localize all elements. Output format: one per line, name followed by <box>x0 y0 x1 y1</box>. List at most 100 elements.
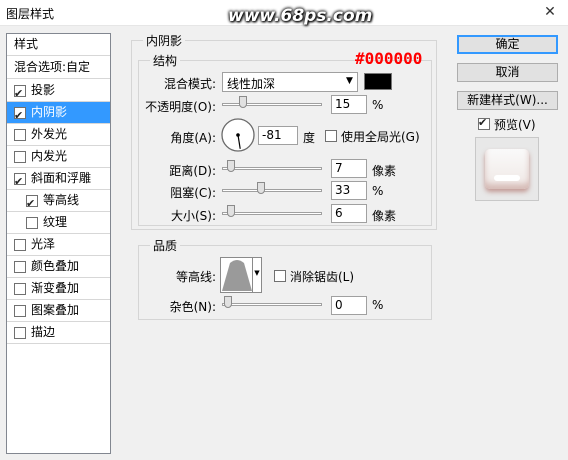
ok-button[interactable]: 确定 <box>457 35 558 54</box>
style-item-label: 内发光 <box>31 149 68 163</box>
blend-mode-label: 混合模式: <box>163 77 216 91</box>
size-slider-thumb[interactable] <box>227 205 235 217</box>
distance-input[interactable]: 7 <box>331 159 367 178</box>
preview-label: 预览(V) <box>494 118 536 132</box>
angle-input[interactable]: -81 <box>258 126 298 145</box>
watermark-text: www.68ps.com <box>228 6 373 26</box>
style-item[interactable]: 图案叠加 <box>7 300 110 322</box>
opacity-input[interactable]: 15 <box>331 95 367 114</box>
checkmark-icon: ✔ <box>14 87 24 100</box>
checkmark-icon: ✔ <box>14 175 24 188</box>
style-preview-thumbnail <box>475 137 539 201</box>
style-item-label: 图案叠加 <box>31 303 80 317</box>
distance-slider-track[interactable] <box>222 167 322 170</box>
size-input[interactable]: 6 <box>331 204 367 223</box>
blend-options-label: 混合选项:自定 <box>14 60 91 74</box>
choke-label: 阻塞(C): <box>170 186 216 200</box>
preview-shape <box>485 149 529 189</box>
new-style-button[interactable]: 新建样式(W)... <box>457 91 558 110</box>
angle-dial[interactable] <box>220 117 256 153</box>
style-item-checkbox[interactable]: ✔ <box>26 195 38 210</box>
style-item-checkbox[interactable] <box>14 129 26 141</box>
inner-shadow-title: 内阴影 <box>143 32 186 49</box>
style-list-panel: 样式 混合选项:自定 ✔ 投影 ✔ 内阴影外发光内发光 ✔ 斜面和浮雕 ✔ 等高线纹理光泽颜色… <box>6 33 111 454</box>
noise-slider-track[interactable] <box>222 303 322 306</box>
checkmark-icon: ✔ <box>14 109 24 122</box>
style-item-label: 外发光 <box>31 127 68 141</box>
opacity-slider-thumb[interactable] <box>239 96 247 108</box>
style-item-label: 描边 <box>31 325 56 339</box>
style-item-checkbox[interactable] <box>14 261 26 273</box>
size-label: 大小(S): <box>170 209 216 223</box>
choke-unit: % <box>372 184 384 198</box>
style-item-checkbox[interactable] <box>14 327 26 339</box>
style-item-label: 光泽 <box>31 237 56 251</box>
style-item-checkbox[interactable] <box>26 217 38 229</box>
size-unit: 像素 <box>372 209 397 223</box>
opacity-label: 不透明度(O): <box>145 100 216 114</box>
styles-header-label: 样式 <box>14 37 39 51</box>
style-item[interactable]: ✔ 等高线 <box>7 190 110 212</box>
style-item[interactable]: 光泽 <box>7 234 110 256</box>
style-item[interactable]: 外发光 <box>7 124 110 146</box>
window-title: 图层样式 <box>6 7 55 21</box>
preview-highlight <box>494 175 520 181</box>
style-item[interactable]: ✔ 内阴影 <box>7 102 110 124</box>
style-item-checkbox[interactable] <box>14 151 26 163</box>
style-item-label: 内阴影 <box>31 105 68 119</box>
global-light-checkbox[interactable] <box>325 130 337 142</box>
antialias-label: 消除锯齿(L) <box>290 270 355 284</box>
style-item-checkbox[interactable]: ✔ <box>14 107 26 122</box>
blend-mode-select[interactable]: 线性加深 ▼ <box>222 72 358 92</box>
style-item[interactable]: 纹理 <box>7 212 110 234</box>
style-item[interactable]: ✔ 投影 <box>7 80 110 102</box>
global-light-label: 使用全局光(G) <box>341 130 420 144</box>
style-item[interactable]: ✔ 斜面和浮雕 <box>7 168 110 190</box>
close-button[interactable]: ✕ <box>536 2 564 22</box>
color-annotation: #000000 <box>355 49 423 68</box>
checkmark-icon: ✔ <box>26 197 36 210</box>
style-item-label: 纹理 <box>43 215 68 229</box>
quality-title: 品质 <box>150 237 181 254</box>
opacity-slider-track[interactable] <box>222 103 322 106</box>
choke-input[interactable]: 33 <box>331 181 367 200</box>
style-item[interactable]: 描边 <box>7 322 110 344</box>
style-item-checkbox[interactable] <box>14 283 26 295</box>
angle-unit: 度 <box>303 131 316 145</box>
style-item[interactable]: 渐变叠加 <box>7 278 110 300</box>
style-item-checkbox[interactable]: ✔ <box>14 85 26 100</box>
distance-unit: 像素 <box>372 164 397 178</box>
blend-options-item[interactable]: 混合选项:自定 <box>7 57 110 79</box>
distance-slider-thumb[interactable] <box>227 160 235 172</box>
antialias-checkbox[interactable] <box>274 270 286 282</box>
dropdown-arrow-icon: ▼ <box>346 76 353 86</box>
opacity-unit: % <box>372 98 384 112</box>
contour-dropdown-icon[interactable]: ▼ <box>252 258 261 292</box>
style-item-checkbox[interactable] <box>14 239 26 251</box>
style-item-label: 斜面和浮雕 <box>31 171 92 185</box>
contour-preview-icon <box>222 260 252 291</box>
noise-unit: % <box>372 298 384 312</box>
style-item-label: 颜色叠加 <box>31 259 80 273</box>
checkmark-icon: ✔ <box>478 116 488 129</box>
contour-picker[interactable]: ▼ <box>220 257 262 293</box>
blend-mode-value: 线性加深 <box>227 77 276 91</box>
distance-label: 距离(D): <box>169 164 216 178</box>
style-item-checkbox[interactable]: ✔ <box>14 173 26 188</box>
style-item-checkbox[interactable] <box>14 305 26 317</box>
preview-checkbox[interactable]: ✔ <box>478 116 490 130</box>
styles-header[interactable]: 样式 <box>7 34 110 56</box>
cancel-button[interactable]: 取消 <box>457 63 558 82</box>
shadow-color-swatch[interactable] <box>364 73 392 90</box>
noise-label: 杂色(N): <box>169 300 216 314</box>
style-item[interactable]: 颜色叠加 <box>7 256 110 278</box>
style-item-label: 等高线 <box>43 193 80 207</box>
style-item-label: 投影 <box>31 83 56 97</box>
structure-title: 结构 <box>150 52 181 69</box>
size-slider-track[interactable] <box>222 212 322 215</box>
noise-input[interactable]: 0 <box>331 296 367 315</box>
noise-slider-thumb[interactable] <box>224 296 232 308</box>
choke-slider-thumb[interactable] <box>257 182 265 194</box>
style-item[interactable]: 内发光 <box>7 146 110 168</box>
choke-slider-track[interactable] <box>222 189 322 192</box>
